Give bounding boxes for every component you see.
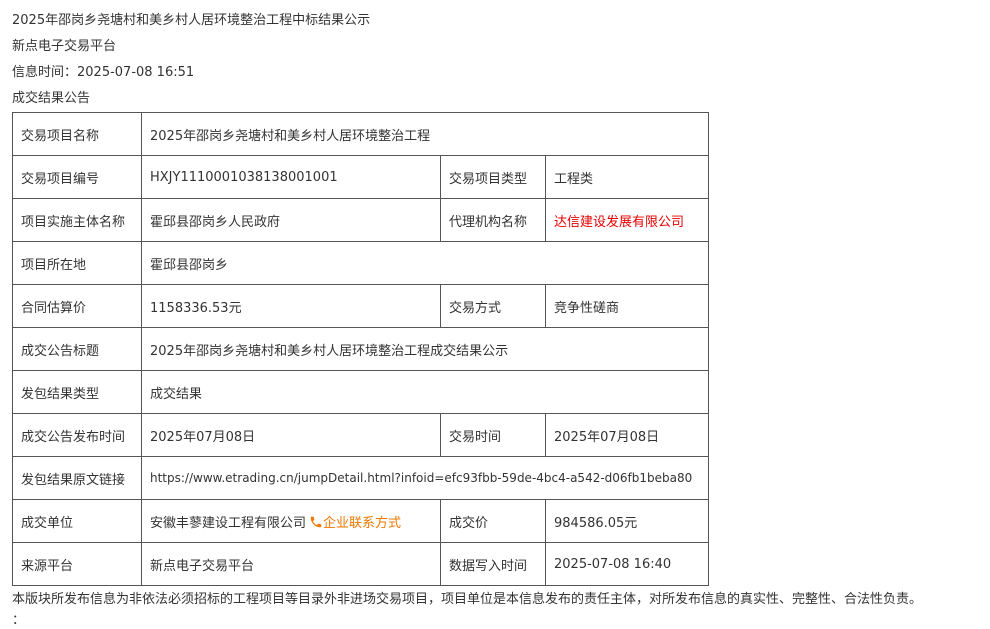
- table-row: 项目实施主体名称 霍邱县邵岗乡人民政府 代理机构名称 达信建设发展有限公司: [12, 198, 709, 242]
- result-type-label: 发包结果类型: [12, 370, 142, 414]
- page-title: 2025年邵岗乡尧塘村和美乡村人居环境整治工程中标结果公示: [12, 13, 371, 28]
- method-label: 交易方式: [440, 284, 546, 328]
- winner-value: 安徽丰蓼建设工程有限公司: [150, 515, 307, 531]
- project-type-label: 交易项目类型: [440, 155, 546, 199]
- table-row: 成交单位 安徽丰蓼建设工程有限公司 企业联系方式 成交价 984586.05元: [12, 499, 709, 543]
- price-label: 成交价: [440, 499, 546, 543]
- estimate-value: 1158336.53元: [141, 284, 441, 328]
- method-value: 竞争性磋商: [545, 284, 709, 328]
- table-row: 合同估算价 1158336.53元 交易方式 竞争性磋商: [12, 284, 709, 328]
- trade-time-value: 2025年07月08日: [545, 413, 709, 457]
- location-label: 项目所在地: [12, 241, 142, 285]
- table-row: 成交公告标题 2025年邵岗乡尧塘村和美乡村人居环境整治工程成交结果公示: [12, 327, 709, 371]
- table-row: 发包结果类型 成交结果: [12, 370, 709, 414]
- estimate-label: 合同估算价: [12, 284, 142, 328]
- table-row: 项目所在地 霍邱县邵岗乡: [12, 241, 709, 285]
- winner-label: 成交单位: [12, 499, 142, 543]
- price-value: 984586.05元: [545, 499, 709, 543]
- notice-title-value: 2025年邵岗乡尧塘村和美乡村人居环境整治工程成交结果公示: [141, 327, 709, 371]
- result-type-value: 成交结果: [141, 370, 709, 414]
- table-row: 发包结果原文链接 https://www.etrading.cn/jumpDet…: [12, 456, 709, 500]
- table-row: 交易项目编号 HXJY1110001038138001001 交易项目类型 工程…: [12, 155, 709, 199]
- contact-link[interactable]: 企业联系方式: [323, 516, 401, 531]
- info-time: 信息时间：2025-07-08 16:51: [12, 65, 195, 80]
- result-table: 交易项目名称 2025年邵岗乡尧塘村和美乡村人居环境整治工程 交易项目编号 HX…: [12, 112, 709, 586]
- publish-time-label: 成交公告发布时间: [12, 413, 142, 457]
- project-type-value: 工程类: [545, 155, 709, 199]
- location-value: 霍邱县邵岗乡: [141, 241, 709, 285]
- disclaimer-note: 本版块所发布信息为非依法必须招标的工程项目等目录外非进场交易项目，项目单位是本信…: [12, 592, 923, 607]
- source-label: 来源平台: [12, 542, 142, 586]
- original-link[interactable]: https://www.etrading.cn/jumpDetail.html?…: [141, 456, 709, 500]
- project-name-label: 交易项目名称: [12, 112, 142, 156]
- section-title: 成交结果公告: [12, 91, 91, 106]
- table-row: 来源平台 新点电子交易平台 数据写入时间 2025-07-08 16:40: [12, 542, 709, 586]
- table-row: 成交公告发布时间 2025年07月08日 交易时间 2025年07月08日: [12, 413, 709, 457]
- notice-title-label: 成交公告标题: [12, 327, 142, 371]
- write-time-value: 2025-07-08 16:40: [545, 542, 709, 586]
- owner-label: 项目实施主体名称: [12, 198, 142, 242]
- trade-time-label: 交易时间: [440, 413, 546, 457]
- source-value: 新点电子交易平台: [141, 542, 441, 586]
- write-time-label: 数据写入时间: [440, 542, 546, 586]
- agency-value: 达信建设发展有限公司: [545, 198, 709, 242]
- project-name-value: 2025年邵岗乡尧塘村和美乡村人居环境整治工程: [141, 112, 709, 156]
- table-row: 交易项目名称 2025年邵岗乡尧塘村和美乡村人居环境整治工程: [12, 112, 709, 156]
- trailing-colon: ：: [12, 613, 26, 628]
- project-code-label: 交易项目编号: [12, 155, 142, 199]
- winner-cell: 安徽丰蓼建设工程有限公司 企业联系方式: [141, 499, 441, 543]
- link-label: 发包结果原文链接: [12, 456, 142, 500]
- agency-label: 代理机构名称: [440, 198, 546, 242]
- phone-icon[interactable]: [309, 515, 323, 529]
- owner-value: 霍邱县邵岗乡人民政府: [141, 198, 441, 242]
- platform-name: 新点电子交易平台: [12, 39, 117, 54]
- project-code-value: HXJY1110001038138001001: [141, 155, 441, 199]
- publish-time-value: 2025年07月08日: [141, 413, 441, 457]
